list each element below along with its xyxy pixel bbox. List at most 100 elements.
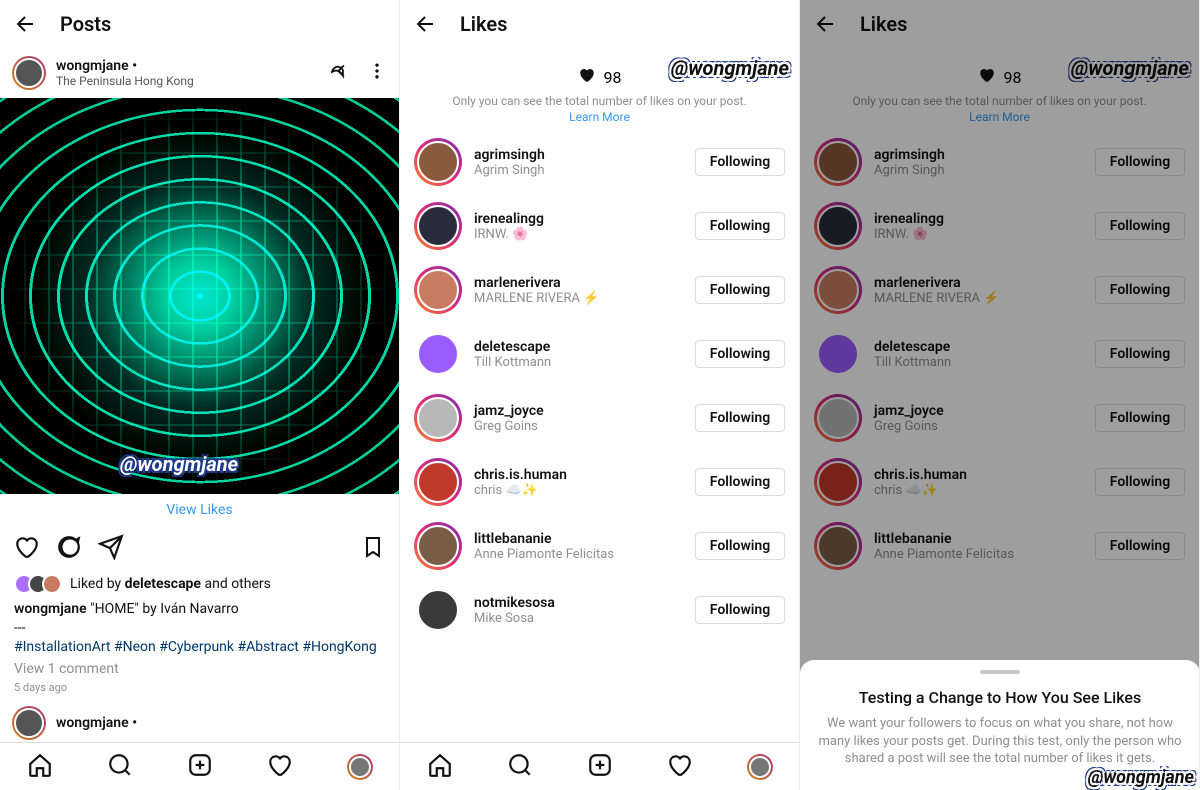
share-icon[interactable] (331, 60, 353, 86)
page-title: Posts (60, 12, 111, 36)
liker-avatar[interactable] (414, 394, 462, 442)
liker-displayname: MARLENE RIVERA ⚡ (474, 291, 683, 306)
liker-avatar[interactable] (414, 522, 462, 570)
liker-names: chris.is.humanchris ☁️✨ (474, 467, 683, 498)
sheet-body: We want your followers to focus on what … (818, 715, 1182, 768)
post-caption: wongmjane "HOME" by Iván Navarro --- #In… (0, 600, 399, 657)
create-icon[interactable] (587, 752, 613, 782)
liker-names: marleneriveraMARLENE RIVERA ⚡ (474, 275, 683, 306)
liker-row[interactable]: marleneriveraMARLENE RIVERA ⚡ Following (400, 258, 799, 322)
home-icon[interactable] (427, 752, 453, 782)
watermark: @wongmjane (120, 452, 238, 476)
liker-avatar[interactable] (414, 266, 462, 314)
liker-row[interactable]: irenealinggIRNW. 🌸 Following (400, 194, 799, 258)
home-icon[interactable] (27, 752, 53, 782)
learn-more-link[interactable]: Learn More (416, 110, 783, 124)
liker-username: deletescape (474, 339, 683, 355)
like-icon[interactable] (14, 534, 40, 564)
liker-names: irenealinggIRNW. 🌸 (474, 211, 683, 242)
likes-count: 98 (604, 68, 622, 87)
liker-avatar[interactable] (414, 202, 462, 250)
post-action-bar (0, 526, 399, 572)
following-button[interactable]: Following (695, 596, 785, 624)
post-image[interactable]: @wongmjane (0, 98, 400, 494)
liker-username: chris.is.human (474, 467, 683, 483)
author-avatar[interactable] (12, 56, 46, 90)
sheet-title: Testing a Change to How You See Likes (818, 688, 1182, 707)
bookmark-icon[interactable] (361, 535, 385, 563)
liker-row[interactable]: agrimsinghAgrim Singh Following (400, 130, 799, 194)
liker-displayname: Anne Piamonte Felicitas (474, 547, 683, 562)
liker-username: marlenerivera (474, 275, 683, 291)
liker-names: deletescapeTill Kottmann (474, 339, 683, 370)
liker-row[interactable]: jamz_joyceGreg Goins Following (400, 386, 799, 450)
panel-likes: Likes 98 Only you can see the total numb… (400, 0, 800, 790)
liked-by-user: deletescape (125, 576, 201, 592)
liker-avatar[interactable] (414, 458, 462, 506)
likers-list: agrimsinghAgrim SinghFollowingirenealing… (400, 130, 799, 642)
back-arrow-icon[interactable] (14, 12, 38, 36)
liker-displayname: Till Kottmann (474, 355, 683, 370)
liker-names: agrimsinghAgrim Singh (474, 147, 683, 178)
activity-icon[interactable] (267, 752, 293, 782)
liker-username: agrimsingh (474, 147, 683, 163)
liker-username: littlebananie (474, 531, 683, 547)
liker-username: notmikesosa (474, 595, 683, 611)
search-icon[interactable] (507, 752, 533, 782)
watermark: @wongmjane (1088, 767, 1194, 788)
following-button[interactable]: Following (695, 532, 785, 560)
liker-names: jamz_joyceGreg Goins (474, 403, 683, 434)
back-arrow-icon[interactable] (414, 12, 438, 36)
following-button[interactable]: Following (695, 148, 785, 176)
following-button[interactable]: Following (695, 468, 785, 496)
send-icon[interactable] (98, 534, 124, 564)
create-icon[interactable] (187, 752, 213, 782)
liker-names: littlebananieAnne Piamonte Felicitas (474, 531, 683, 562)
bottom-sheet: Testing a Change to How You See Likes We… (800, 660, 1200, 790)
post-time: 5 days ago (0, 681, 399, 694)
caption-username[interactable]: wongmjane (14, 601, 87, 617)
liker-displayname: IRNW. 🌸 (474, 227, 683, 242)
activity-icon[interactable] (667, 752, 693, 782)
bottom-nav (0, 742, 400, 790)
caption-hashtags[interactable]: #InstallationArt #Neon #Cyberpunk #Abstr… (14, 638, 385, 657)
sheet-handle[interactable] (980, 670, 1020, 674)
liker-row[interactable]: notmikesosaMike Sosa Following (400, 578, 799, 642)
liker-displayname: Greg Goins (474, 419, 683, 434)
liker-row[interactable]: deletescapeTill Kottmann Following (400, 322, 799, 386)
next-author-avatar[interactable] (12, 706, 46, 740)
liker-row[interactable]: littlebananieAnne Piamonte Felicitas Foll… (400, 514, 799, 578)
following-button[interactable]: Following (695, 340, 785, 368)
following-button[interactable]: Following (695, 404, 785, 432)
view-likes-link[interactable]: View Likes (0, 494, 399, 526)
author-info[interactable]: wongmjane • The Peninsula Hong Kong (56, 58, 331, 88)
profile-icon[interactable] (747, 754, 773, 780)
view-comments-link[interactable]: View 1 comment (0, 657, 399, 681)
panel-posts: Posts wongmjane • The Peninsula Hong Kon… (0, 0, 400, 790)
liker-username: jamz_joyce (474, 403, 683, 419)
more-options-icon[interactable] (367, 61, 387, 85)
likes-privacy-note: Only you can see the total number of lik… (416, 94, 783, 108)
liked-by-prefix: Liked by (70, 576, 125, 592)
liker-username: irenealingg (474, 211, 683, 227)
liker-avatar[interactable] (414, 330, 462, 378)
liked-by-suffix: and others (201, 576, 271, 592)
author-location: The Peninsula Hong Kong (56, 74, 331, 88)
liker-displayname: Mike Sosa (474, 611, 683, 626)
header: Likes (400, 0, 799, 48)
post-header: wongmjane • The Peninsula Hong Kong (0, 48, 399, 98)
watermark: @wongmjane (671, 56, 789, 80)
liker-avatar[interactable] (414, 586, 462, 634)
comment-icon[interactable] (56, 534, 82, 564)
liked-by-row[interactable]: Liked by deletescape and others (0, 572, 399, 600)
following-button[interactable]: Following (695, 276, 785, 304)
next-author-username: wongmjane • (56, 715, 387, 731)
header: Posts (0, 0, 399, 48)
caption-text: "HOME" by Iván Navarro (87, 601, 239, 617)
liker-row[interactable]: chris.is.humanchris ☁️✨ Following (400, 450, 799, 514)
following-button[interactable]: Following (695, 212, 785, 240)
profile-icon[interactable] (347, 754, 373, 780)
search-icon[interactable] (107, 752, 133, 782)
liker-avatar[interactable] (414, 138, 462, 186)
liker-names: notmikesosaMike Sosa (474, 595, 683, 626)
